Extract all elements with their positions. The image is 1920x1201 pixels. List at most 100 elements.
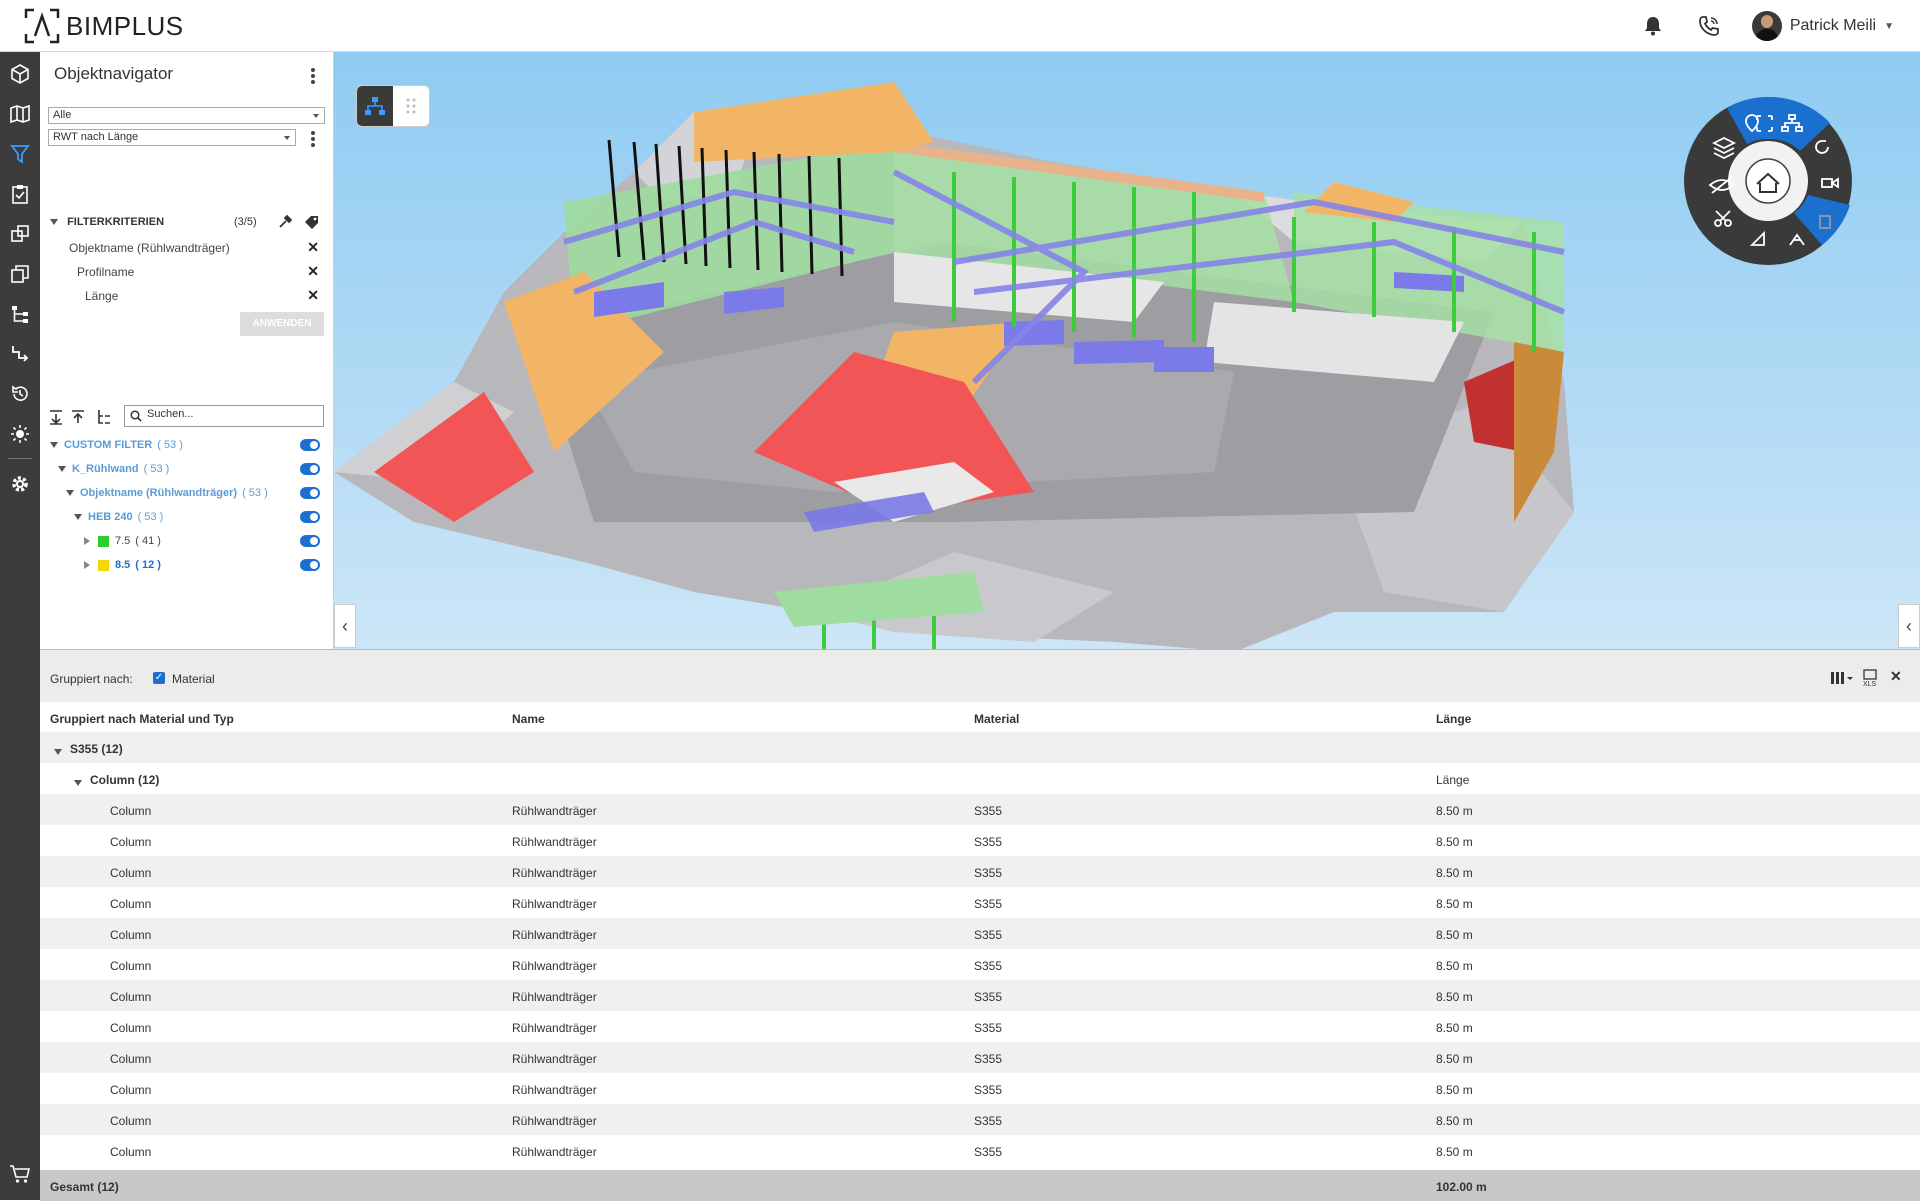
- visibility-toggle[interactable]: [300, 487, 320, 499]
- columns-icon[interactable]: [1830, 670, 1854, 686]
- subgroup-label: Column (12): [90, 773, 160, 787]
- chevron-down-icon[interactable]: [74, 514, 82, 520]
- 3d-viewer[interactable]: ‹ ‹: [334, 52, 1920, 649]
- tree-search-input[interactable]: Suchen...: [124, 405, 324, 427]
- table-row[interactable]: Column Rühlwandträger S355 8.50 m: [40, 980, 1920, 1011]
- remove-criterion-icon[interactable]: ✕: [307, 239, 319, 256]
- table-row[interactable]: Column Rühlwandträger S355 8.50 m: [40, 1104, 1920, 1135]
- filter-criteria-title: FILTERKRITERIEN: [67, 216, 165, 228]
- export-xls-icon[interactable]: XLS: [1862, 669, 1880, 687]
- material-checkbox-label[interactable]: Material: [172, 672, 215, 686]
- table-row[interactable]: Column Rühlwandträger S355 8.50 m: [40, 1073, 1920, 1104]
- table-row[interactable]: Column Rühlwandträger S355 8.50 m: [40, 918, 1920, 949]
- steps-icon[interactable]: [0, 334, 40, 374]
- apply-button[interactable]: ANWENDEN: [240, 312, 324, 336]
- chevron-right-icon[interactable]: [84, 561, 90, 569]
- expand-all-icon[interactable]: [48, 409, 64, 425]
- pipette-icon[interactable]: [278, 215, 292, 229]
- material-checkbox[interactable]: ✓: [153, 672, 165, 684]
- total-label: Gesamt (12): [50, 1180, 119, 1194]
- tree-node-k-ruehlwand[interactable]: K_Rühlwand ( 53 ): [58, 458, 334, 480]
- tree-node-label: 8.5: [115, 559, 131, 571]
- chevron-down-icon[interactable]: [58, 466, 66, 472]
- chevron-down-icon[interactable]: [54, 744, 62, 758]
- scope-select[interactable]: Alle: [48, 107, 325, 124]
- copy-icon[interactable]: [0, 254, 40, 294]
- cell-length: 8.50 m: [1436, 1021, 1473, 1035]
- filter-set-menu-icon[interactable]: [306, 128, 320, 150]
- visibility-toggle[interactable]: [300, 511, 320, 523]
- tree-node-7-5[interactable]: 7.5 ( 41 ): [84, 530, 334, 552]
- settings-icon[interactable]: [0, 464, 40, 504]
- filter-set-select[interactable]: RWT nach Länge: [48, 129, 296, 146]
- cart-icon[interactable]: [0, 1154, 40, 1194]
- close-icon[interactable]: ✕: [1890, 668, 1902, 685]
- cube-icon[interactable]: [0, 54, 40, 94]
- chevron-right-icon[interactable]: [84, 537, 90, 545]
- criterion-objektname[interactable]: Objektname (Rühlwandträger): [69, 241, 230, 255]
- sun-icon[interactable]: [0, 414, 40, 454]
- column-header[interactable]: Name: [512, 712, 545, 726]
- clipboard-icon[interactable]: [0, 174, 40, 214]
- tree-node-objektname[interactable]: Objektname (Rühlwandträger) ( 53 ): [66, 482, 334, 504]
- collapse-all-icon[interactable]: [70, 409, 86, 425]
- tree-node-8-5[interactable]: 8.5 ( 12 ): [84, 554, 334, 576]
- remove-criterion-icon[interactable]: ✕: [307, 287, 319, 304]
- panel-menu-icon[interactable]: [306, 65, 320, 87]
- column-header[interactable]: Länge: [1436, 712, 1471, 726]
- table-row[interactable]: Column Rühlwandträger S355 8.50 m: [40, 856, 1920, 887]
- cell-material: S355: [974, 897, 1003, 911]
- tree-node-count: ( 53 ): [143, 463, 170, 475]
- column-header[interactable]: Material: [974, 712, 1019, 726]
- cell-length: 8.50 m: [1436, 1114, 1473, 1128]
- table-row[interactable]: Column Rühlwandträger S355 8.50 m: [40, 825, 1920, 856]
- cell-name: Rühlwandträger: [512, 1145, 597, 1159]
- chevron-down-icon[interactable]: ▼: [1884, 21, 1894, 32]
- visibility-toggle[interactable]: [300, 439, 320, 451]
- criterion-profilname[interactable]: Profilname: [77, 265, 134, 279]
- map-icon[interactable]: [0, 94, 40, 134]
- collapse-left-panel-button[interactable]: ‹: [334, 604, 356, 648]
- visibility-toggle[interactable]: [300, 463, 320, 475]
- total-row: Gesamt (12) 102.00 m: [40, 1170, 1920, 1201]
- visibility-toggle[interactable]: [300, 535, 320, 547]
- cell-type: Column: [110, 1083, 152, 1097]
- table-row[interactable]: Column Rühlwandträger S355 8.50 m: [40, 887, 1920, 918]
- table-row[interactable]: Column Rühlwandträger S355 8.50 m: [40, 949, 1920, 980]
- navigation-wheel[interactable]: [1682, 95, 1854, 267]
- criterion-laenge[interactable]: Länge: [85, 289, 118, 303]
- table-row[interactable]: Column Rühlwandträger S355 8.50 m: [40, 1135, 1920, 1166]
- subgroup-row[interactable]: Column (12) Länge: [40, 763, 1920, 794]
- structure-view-button[interactable]: [357, 86, 393, 126]
- hierarchy-icon[interactable]: [0, 294, 40, 334]
- filter-criteria-header[interactable]: FILTERKRITERIEN (3/5): [50, 215, 320, 236]
- table-row[interactable]: Column Rühlwandträger S355 8.50 m: [40, 794, 1920, 825]
- layers-copy-icon[interactable]: [0, 214, 40, 254]
- remove-criterion-icon[interactable]: ✕: [307, 263, 319, 280]
- chevron-down-icon[interactable]: [50, 442, 58, 448]
- view-mode-toggle[interactable]: [356, 85, 430, 127]
- table-row[interactable]: Column Rühlwandträger S355 8.50 m: [40, 1042, 1920, 1073]
- chevron-down-icon[interactable]: [50, 219, 58, 226]
- history-icon[interactable]: [0, 374, 40, 414]
- tree-node-custom-filter[interactable]: CUSTOM FILTER ( 53 ): [50, 434, 334, 456]
- expand-right-panel-button[interactable]: ‹: [1898, 604, 1920, 648]
- cell-length: 8.50 m: [1436, 897, 1473, 911]
- tree-structure-icon[interactable]: [96, 409, 112, 425]
- bell-icon[interactable]: [1640, 13, 1666, 39]
- cell-name: Rühlwandträger: [512, 1083, 597, 1097]
- phone-icon[interactable]: [1696, 13, 1722, 39]
- user-name[interactable]: Patrick Meili: [1790, 17, 1876, 35]
- filter-icon[interactable]: [0, 134, 40, 174]
- avatar[interactable]: [1751, 11, 1782, 41]
- group-row[interactable]: S355 (12): [40, 732, 1920, 763]
- table-row[interactable]: Column Rühlwandträger S355 8.50 m: [40, 1011, 1920, 1042]
- logo[interactable]: BIMPLUS: [24, 8, 184, 44]
- tag-icon[interactable]: [304, 215, 319, 229]
- chevron-down-icon[interactable]: [66, 490, 74, 496]
- column-header[interactable]: Gruppiert nach Material und Typ: [50, 712, 234, 726]
- tree-node-heb240[interactable]: HEB 240 ( 53 ): [74, 506, 334, 528]
- chevron-down-icon[interactable]: [74, 775, 82, 789]
- grid-view-button[interactable]: [393, 86, 429, 126]
- visibility-toggle[interactable]: [300, 559, 320, 571]
